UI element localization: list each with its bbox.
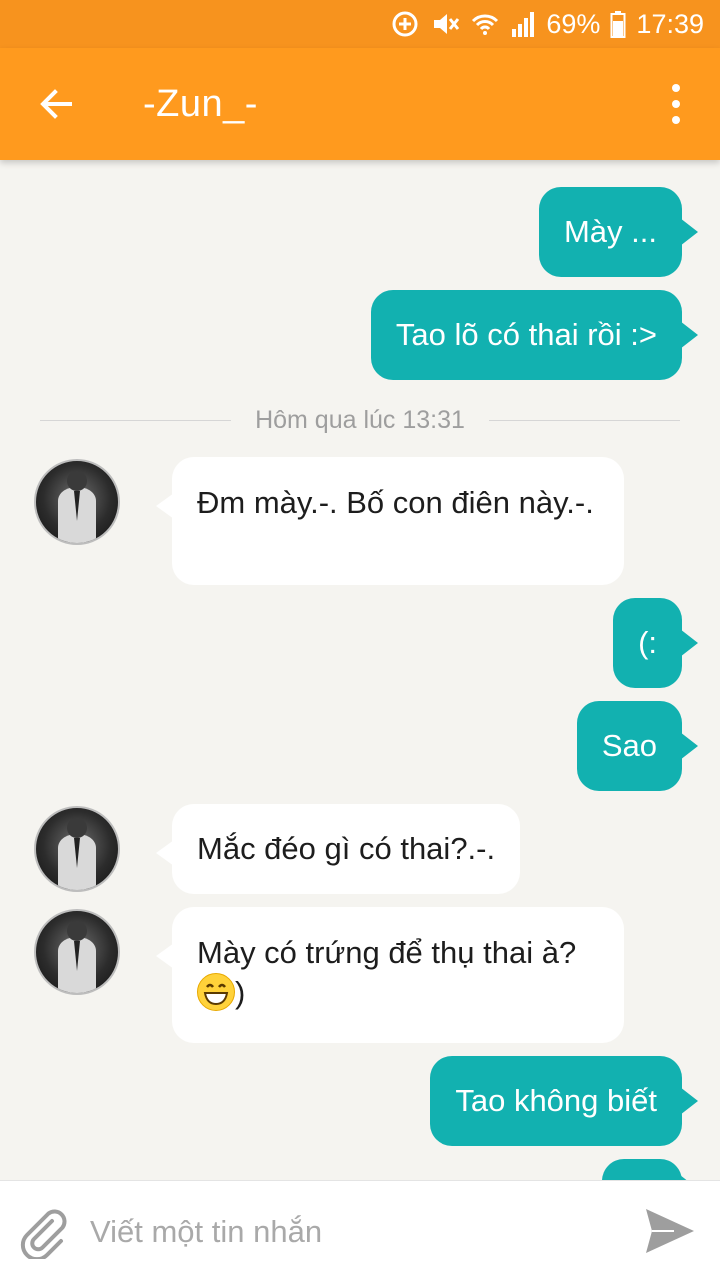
message-text: Sao [601,728,657,763]
message-outgoing[interactable]: Tao không biết [430,1056,698,1146]
avatar[interactable] [34,806,120,892]
wifi-icon [470,9,500,39]
message-outgoing[interactable]: Tao lõ có thai rồi :> [370,290,699,380]
conversation-title: -Zun_- [143,83,258,125]
message-composer [0,1180,720,1280]
avatar[interactable] [34,459,120,545]
message-outgoing[interactable]: Mày ... [538,187,699,277]
message-outgoing-partial[interactable] [602,1159,698,1180]
date-separator: Hôm qua lúc 13:31 [40,400,681,440]
message-list[interactable]: Mày ... Tao lõ có thai rồi :> Hôm qua lú… [0,160,720,1180]
message-outgoing[interactable]: (: [613,598,698,688]
battery-icon [610,9,626,39]
date-separator-text: Hôm qua lúc 13:31 [255,405,465,434]
mute-icon [430,9,460,39]
message-text: Đm mày.-. Bố con điên này.-. [197,485,594,520]
data-saver-icon [390,9,420,39]
status-bar: 69% 17:39 [0,0,720,48]
message-text: Mắc đéo gì có thai?.-. [197,831,496,866]
battery-percent: 69% [546,8,601,39]
back-arrow-icon[interactable] [36,84,76,124]
message-incoming[interactable]: Đm mày.-. Bố con điên này.-. [156,457,624,585]
message-incoming[interactable]: Mắc đéo gì có thai?.-. [155,804,521,894]
message-text-suffix: ) [235,975,246,1010]
more-vertical-icon[interactable] [666,84,686,124]
paperclip-icon[interactable] [18,1207,70,1262]
signal-icon [510,9,536,39]
message-text: Mày ... [563,214,657,249]
avatar[interactable] [34,909,120,995]
message-text: Mày có trứng để thụ thai à? [197,935,577,970]
message-text: Tao lõ có thai rồi :> [395,317,657,352]
app-bar: -Zun_- [0,48,720,160]
message-incoming[interactable]: Mày có trứng để thụ thai à? ) [156,907,624,1043]
message-text: Tao không biết [455,1083,657,1118]
send-icon[interactable] [642,1203,698,1259]
grinning-face-emoji-icon [197,973,235,1011]
message-input[interactable] [88,1207,612,1257]
message-outgoing[interactable]: Sao [576,701,699,791]
clock: 17:39 [636,8,704,39]
message-text: (: [638,625,657,660]
